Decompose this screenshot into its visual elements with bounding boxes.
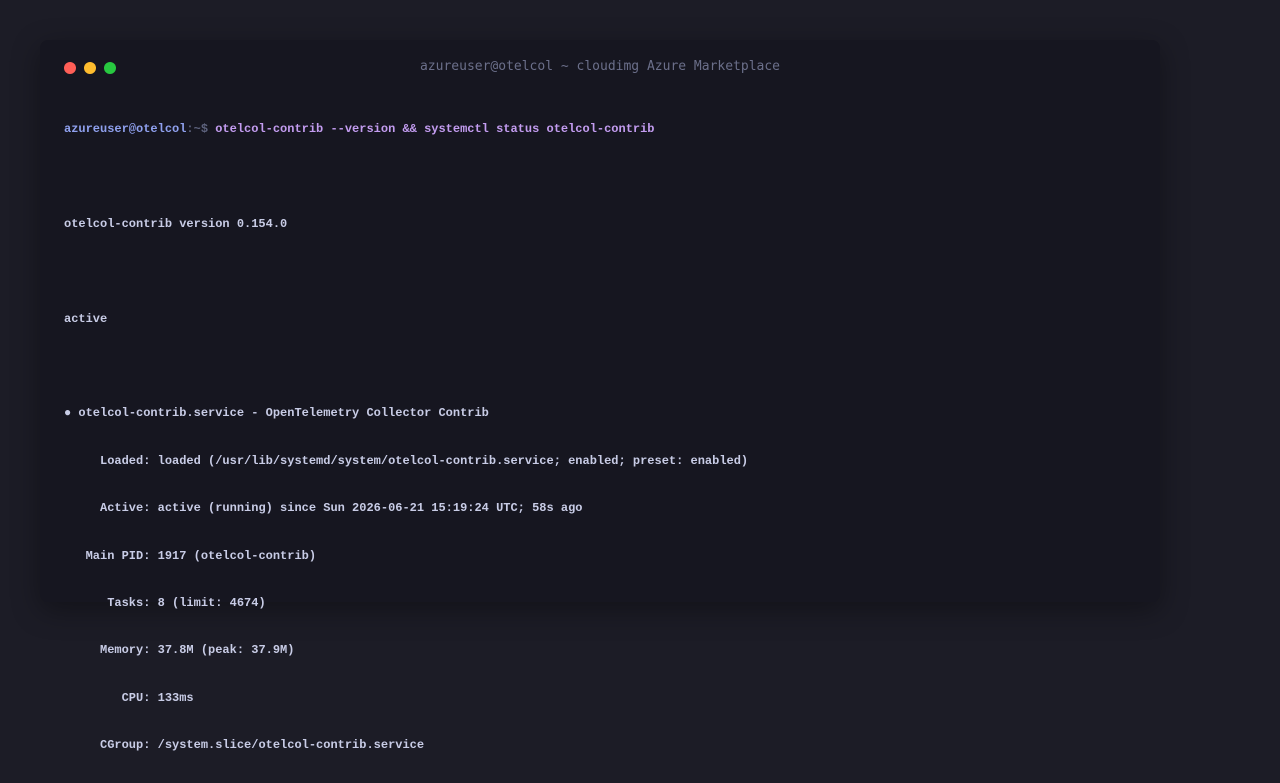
field-key: Active: bbox=[64, 501, 151, 516]
service-field-active: Active: active (running) since Sun 2026-… bbox=[64, 499, 1136, 518]
field-value: active (running) since Sun 2026-06-21 15… bbox=[157, 501, 583, 516]
version-output: otelcol-contrib version 0.154.0 bbox=[64, 216, 288, 231]
service-header: otelcol-contrib.service - OpenTelemetry … bbox=[78, 406, 489, 421]
service-header-line: ● otelcol-contrib.service - OpenTelemetr… bbox=[64, 404, 1136, 423]
field-value: 1917 (otelcol-contrib) bbox=[157, 548, 317, 563]
prompt-path: :~$ bbox=[186, 122, 209, 136]
window-title: azureuser@otelcol ~ cloudimg Azure Marke… bbox=[419, 59, 781, 74]
status-dot-icon: ● bbox=[64, 406, 72, 421]
state-output: active bbox=[64, 311, 108, 326]
field-key: Tasks: bbox=[64, 595, 151, 610]
title-bar: azureuser@otelcol ~ cloudimg Azure Marke… bbox=[40, 40, 1160, 96]
terminal-window: azureuser@otelcol ~ cloudimg Azure Marke… bbox=[40, 40, 1160, 752]
service-field-loaded: Loaded: loaded (/usr/lib/systemd/system/… bbox=[64, 452, 1136, 471]
service-field-cpu: CPU: 133ms bbox=[64, 689, 1136, 708]
field-key: CPU: bbox=[64, 690, 151, 705]
service-field-tasks: Tasks: 8 (limit: 4674) bbox=[64, 594, 1136, 613]
command-line: azureuser@otelcol:~$ otelcol-contrib --v… bbox=[64, 120, 1136, 139]
service-field-main-pid: Main PID: 1917 (otelcol-contrib) bbox=[64, 547, 1136, 566]
field-key: Memory: bbox=[64, 643, 151, 658]
prompt-user: azureuser@otelcol bbox=[64, 122, 187, 136]
field-value: 8 (limit: 4674) bbox=[157, 595, 266, 610]
field-key: Main PID: bbox=[64, 548, 151, 563]
service-field-memory: Memory: 37.8M (peak: 37.9M) bbox=[64, 641, 1136, 660]
command-text: otelcol-contrib --version && systemctl s… bbox=[215, 122, 655, 136]
field-value: 133ms bbox=[157, 690, 194, 705]
field-key: Loaded: bbox=[64, 453, 151, 468]
service-field-cgroup: CGroup: /system.slice/otelcol-contrib.se… bbox=[64, 736, 1136, 755]
field-value: /system.slice/otelcol-contrib.service bbox=[157, 738, 425, 753]
terminal-output[interactable]: azureuser@otelcol:~$ otelcol-contrib --v… bbox=[64, 92, 1136, 783]
field-key: CGroup: bbox=[64, 738, 151, 753]
field-value: 37.8M (peak: 37.9M) bbox=[157, 643, 295, 658]
field-value: loaded (/usr/lib/systemd/system/otelcol-… bbox=[157, 453, 749, 468]
